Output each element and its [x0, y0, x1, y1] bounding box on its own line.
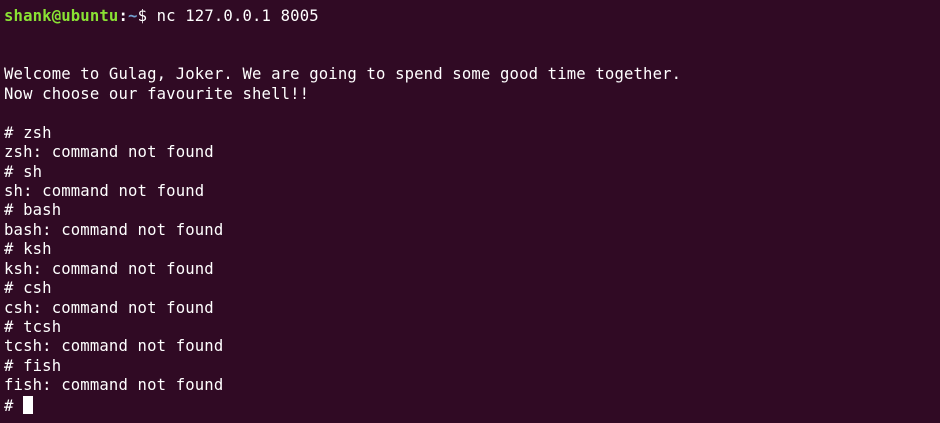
final-prompt-symbol: #	[4, 396, 24, 415]
output-line: ksh: command not found	[4, 259, 214, 278]
output-line: zsh: command not found	[4, 143, 214, 162]
output-line: # bash	[4, 201, 62, 220]
output-line: # csh	[4, 279, 52, 298]
output-line: # ksh	[4, 240, 52, 259]
output-line: bash: command not found	[4, 220, 224, 239]
output-line: # zsh	[4, 123, 52, 142]
shell-prompt-line: shank@ubuntu:~$ nc 127.0.0.1 8005	[4, 7, 940, 26]
output-line: # tcsh	[4, 318, 62, 336]
output-line: fish: command not found	[4, 376, 224, 395]
text-cursor[interactable]	[23, 395, 34, 414]
output-line: sh: command not found	[4, 181, 205, 200]
prompt-separator: :	[118, 7, 129, 25]
input-prompt-line[interactable]: #	[4, 395, 940, 415]
output-line: tcsh: command not found	[4, 337, 224, 356]
welcome-instruction-line: Now choose our favourite shell!!	[4, 84, 310, 103]
prompt-user-host: shank@ubuntu	[4, 7, 119, 25]
session-output: # zsh zsh: command not found # sh sh: co…	[4, 124, 940, 396]
output-line: csh: command not found	[4, 298, 214, 317]
welcome-message-line: Welcome to Gulag, Joker. We are going to…	[4, 65, 682, 84]
prompt-command: nc 127.0.0.1 8005	[156, 7, 319, 25]
output-line: # fish	[4, 356, 62, 375]
prompt-symbol: $	[137, 7, 157, 25]
terminal-window[interactable]: shank@ubuntu:~$ nc 127.0.0.1 8005 Welcom…	[0, 0, 940, 423]
prompt-path: ~	[128, 7, 138, 25]
output-line: # sh	[4, 162, 43, 181]
